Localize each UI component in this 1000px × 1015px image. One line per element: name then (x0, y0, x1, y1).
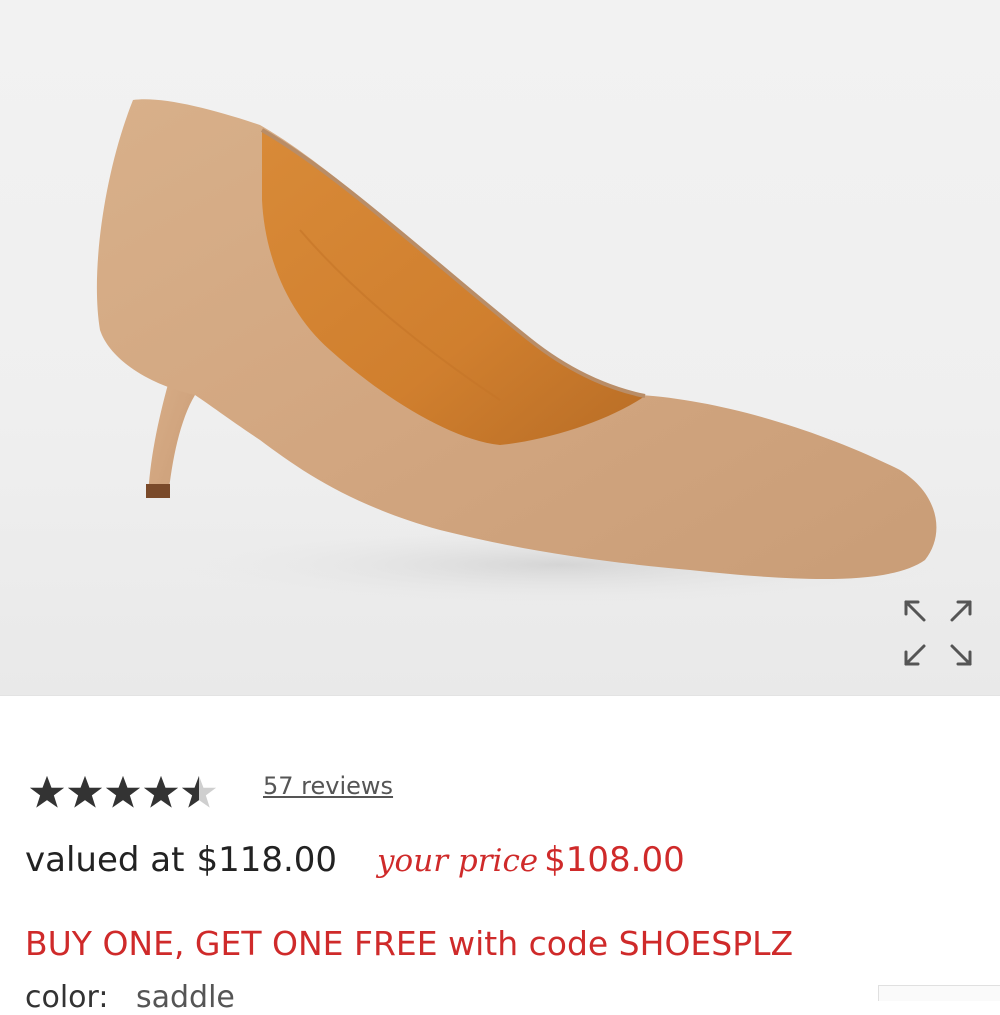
expand-button[interactable] (898, 596, 978, 670)
star-icon (67, 775, 103, 808)
rating-stars (28, 770, 218, 814)
color-label: color: (25, 980, 109, 1015)
reviews-link[interactable]: 57 reviews (263, 772, 393, 800)
your-price-label: your price (377, 843, 539, 879)
valued-price: $118.00 (196, 840, 338, 880)
product-image-area (0, 0, 1000, 695)
sale-price: $108.00 (544, 840, 685, 880)
valued-label: valued at (25, 840, 185, 880)
heel-tip (146, 484, 170, 498)
bottom-right-panel (878, 985, 1000, 1001)
section-divider (0, 695, 1000, 696)
product-image[interactable] (0, 0, 1000, 695)
star-icon (29, 775, 65, 808)
color-row: color: saddle (25, 980, 235, 1015)
star-icon (105, 775, 141, 808)
star-icon (181, 775, 217, 808)
expand-icon (904, 600, 972, 666)
price-row: valued at $118.00 your price $108.00 (25, 840, 685, 896)
color-value: saddle (136, 980, 235, 1015)
promo-text: BUY ONE, GET ONE FREE with code SHOESPLZ (25, 924, 794, 963)
star-icon (143, 775, 179, 808)
